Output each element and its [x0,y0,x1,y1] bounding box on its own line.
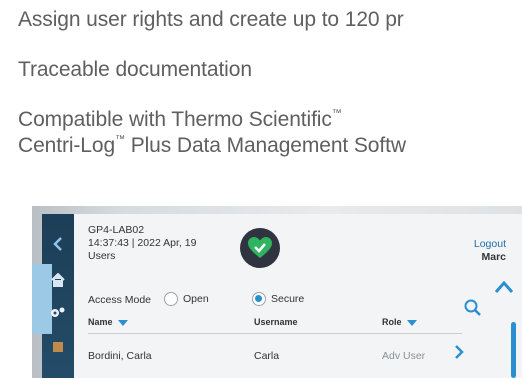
device-id: GP4-LAB02 [88,224,145,236]
column-header-name[interactable]: Name [88,317,128,327]
access-open-label: Open [183,293,209,305]
row-open-chevron-icon[interactable] [454,344,464,365]
status-heart-icon [240,228,280,268]
column-role-label: Role [382,317,402,327]
software-name: Centri-Log [18,134,116,157]
settings-icon[interactable] [42,298,74,326]
back-icon[interactable] [42,230,74,258]
trademark-symbol: ™ [331,108,342,119]
access-secure-radio[interactable]: Secure [252,292,304,306]
feature-line-compatible: Compatible with Thermo Scientific™ [18,108,342,132]
users-screen: GP4-LAB02 14:37:43 | 2022 Apr, 19 Users … [74,214,522,378]
calendar-icon[interactable] [42,332,74,360]
logout-link[interactable]: Logout [474,238,506,250]
scroll-up-chevron-icon[interactable] [494,280,514,299]
row-name-cell[interactable]: Bordini, Carla [88,350,152,362]
radio-open-indicator [164,292,178,306]
screen-title: Users [88,250,116,262]
current-user: Marc [481,251,506,263]
radio-secure-indicator [252,292,266,306]
software-suffix: Plus Data Management Softw [124,134,406,157]
feature-line-documentation: Traceable documentation [18,58,252,81]
column-header-role[interactable]: Role [382,317,417,327]
row-username-cell: Carla [254,350,280,362]
access-secure-label: Secure [271,293,305,305]
device-datetime: 14:37:43 | 2022 Apr, 19 [88,237,197,249]
feature-line-user-rights: Assign user rights and create up to 120 … [18,8,404,31]
access-open-radio[interactable]: Open [164,292,209,306]
device-sidebar [32,214,74,378]
access-mode-label: Access Mode [88,294,152,306]
sort-down-icon [117,319,128,326]
trademark-symbol-2: ™ [115,134,125,145]
compatible-text: Compatible with Thermo Scientific [18,108,332,131]
search-icon[interactable] [464,299,482,322]
scrollbar[interactable] [511,322,516,378]
column-name-label: Name [88,317,113,327]
row-role-cell: Adv User [382,350,426,362]
home-icon[interactable] [42,266,74,294]
column-header-username: Username [254,317,298,327]
header-divider [88,333,462,334]
sort-down-icon [406,319,417,326]
device-photo: GP4-LAB02 14:37:43 | 2022 Apr, 19 Users … [32,206,522,378]
feature-line-software: Centri-Log™ Plus Data Management Softw [18,134,406,158]
